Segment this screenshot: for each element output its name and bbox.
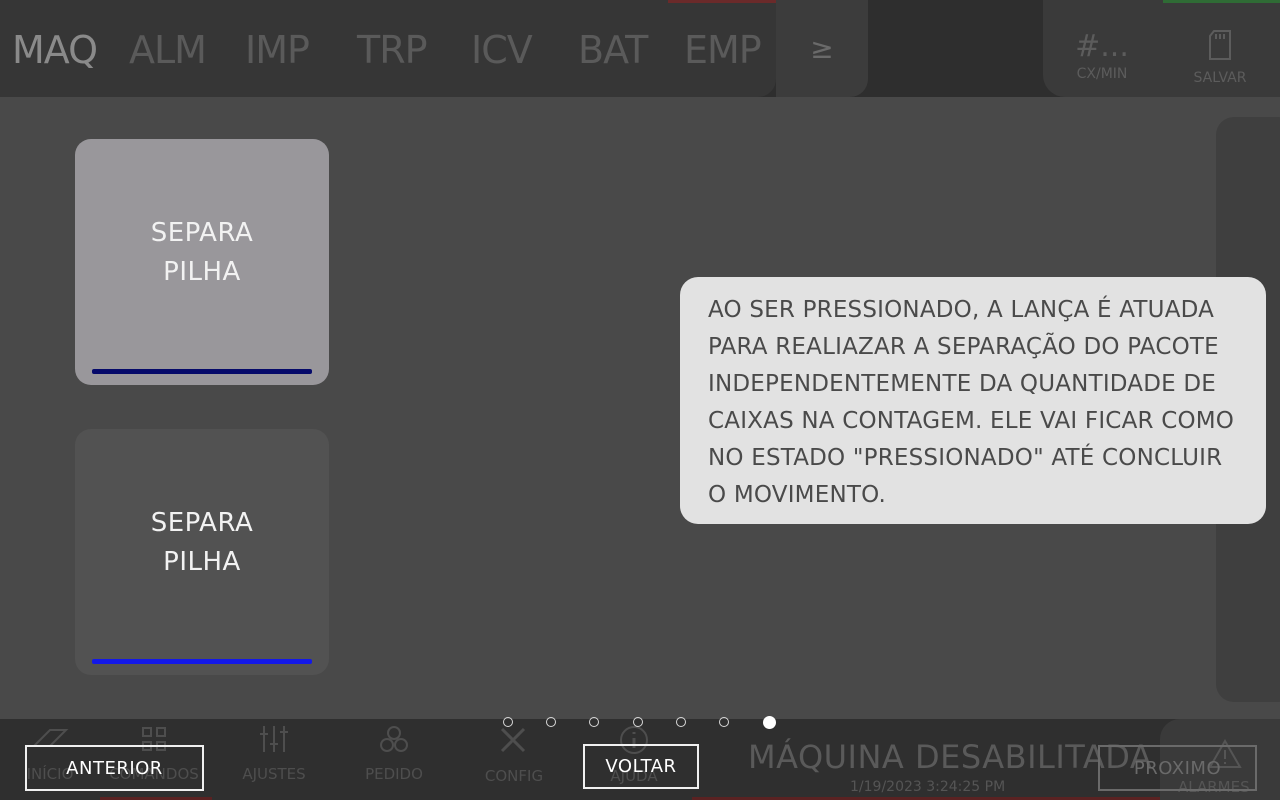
save-label: SALVAR (1193, 70, 1247, 86)
boxes-icon (344, 724, 444, 765)
production-rate-unit: CX/MIN (1076, 66, 1128, 82)
help-tooltip: AO SER PRESSIONADO, A LANÇA É ATUADA PAR… (680, 277, 1266, 524)
sd-card-icon (1165, 30, 1275, 68)
pressed-indicator-bar (92, 369, 312, 374)
sliders-icon (224, 724, 324, 765)
production-rate-value: #... (1075, 29, 1129, 64)
nav-ajustes-label: AJUSTES (242, 765, 306, 783)
separa-pilha-button-pressed[interactable]: SEPARA PILHA (75, 139, 329, 385)
page-dot[interactable] (546, 717, 556, 727)
page-dot-active[interactable] (763, 716, 776, 729)
status-datetime: 1/19/2023 3:24:25 PM (850, 779, 1006, 795)
separa-pilha-button-normal[interactable]: SEPARA PILHA (75, 429, 329, 675)
tab-emp[interactable]: EMP (684, 28, 762, 72)
top-right-panel: #... CX/MIN SALVAR (1043, 0, 1280, 97)
next-button[interactable]: PROXIMO (1098, 745, 1257, 791)
tab-icv[interactable]: ICV (471, 28, 533, 72)
tab-maq[interactable]: MAQ (12, 28, 98, 72)
page-indicator (503, 716, 783, 731)
tab-bat[interactable]: BAT (578, 28, 648, 72)
nav-pedido[interactable]: PEDIDO (344, 724, 444, 783)
tab-alert-line (668, 0, 776, 3)
save-status-line (1163, 0, 1280, 3)
nav-config[interactable]: CONFIG (464, 724, 564, 785)
separa-pilha-label-pressed: SEPARA PILHA (150, 218, 254, 287)
back-button[interactable]: VOLTAR (583, 744, 699, 789)
nav-pedido-label: PEDIDO (365, 765, 423, 783)
page-dot[interactable] (633, 717, 643, 727)
production-rate: #... CX/MIN (1047, 29, 1157, 83)
tab-trp[interactable]: TRP (357, 28, 428, 72)
page-dot[interactable] (503, 717, 513, 727)
normal-indicator-bar (92, 659, 312, 664)
save-button[interactable]: SALVAR (1165, 30, 1275, 86)
nav-ajustes[interactable]: AJUSTES (224, 724, 324, 783)
previous-button[interactable]: ANTERIOR (25, 745, 204, 791)
page-dot[interactable] (589, 717, 599, 727)
nav-config-label: CONFIG (484, 767, 544, 785)
more-tabs-button[interactable]: ≥ (776, 0, 868, 97)
page-dot[interactable] (676, 717, 686, 727)
page-dot[interactable] (719, 717, 729, 727)
tab-strip: MAQ ALM IMP TRP ICV BAT EMP (0, 0, 776, 97)
tab-imp[interactable]: IMP (245, 28, 310, 72)
tab-alm[interactable]: ALM (129, 28, 207, 72)
separa-pilha-label-normal: SEPARA PILHA (150, 508, 254, 577)
machine-status: MÁQUINA DESABILITADA (748, 738, 1153, 776)
